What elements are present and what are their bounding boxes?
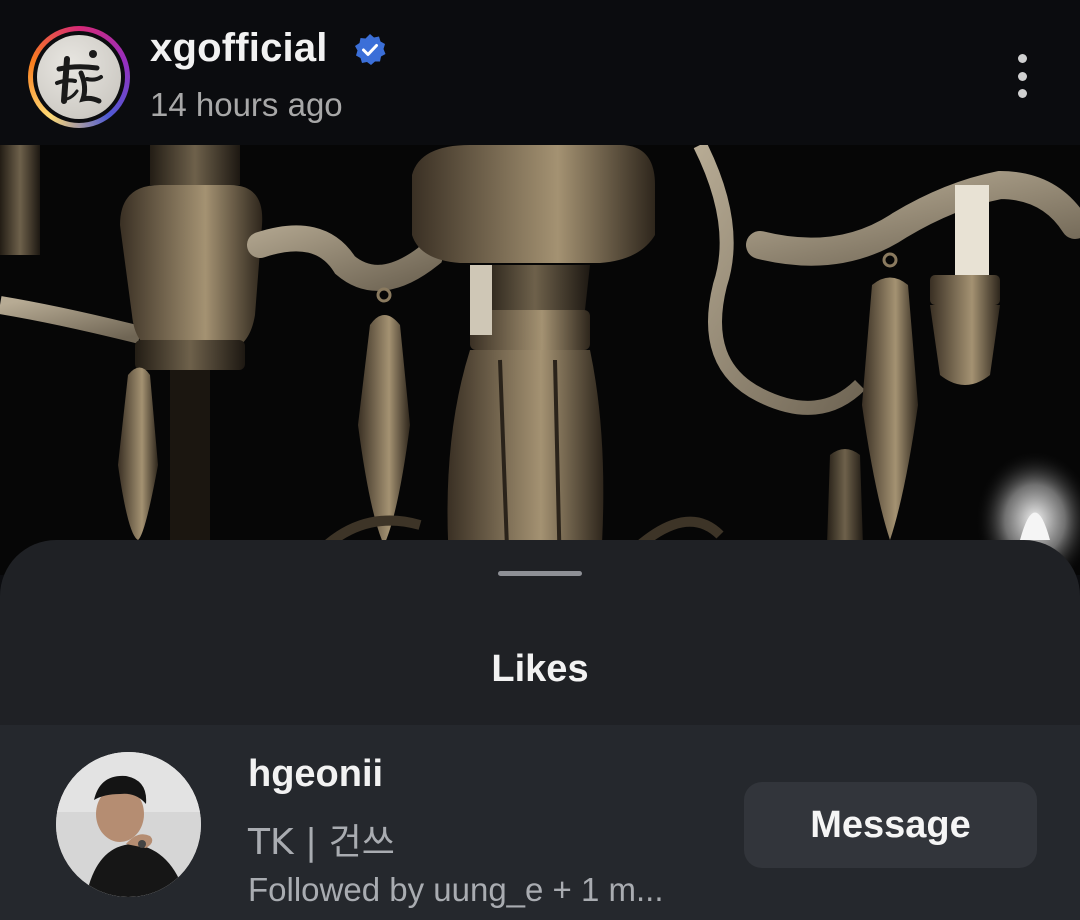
drag-handle[interactable] (498, 571, 582, 576)
list-item[interactable]: hgeonii TK | 건쓰 Followed by uung_e + 1 m… (0, 725, 1080, 920)
followed-by-text: Followed by uung_e + 1 m... (248, 871, 664, 908)
avatar[interactable] (56, 752, 201, 897)
like-username[interactable]: hgeonii (248, 753, 383, 796)
likes-sheet-title: Likes (491, 648, 589, 690)
message-button[interactable]: Message (744, 782, 1037, 868)
vertical-ellipsis-icon (1017, 54, 1027, 63)
more-options-button[interactable] (1000, 50, 1044, 102)
author-username[interactable]: xgofficial (150, 26, 328, 71)
likes-sheet: Likes hgeonii TK | 건쓰 Followed by uung_e… (0, 540, 1080, 920)
instagram-post-screen: xgofficial 14 hours ago Likes hgeonii TK… (0, 0, 1080, 920)
calligraphy-logo-icon (37, 35, 121, 119)
like-full-name: TK | 건쓰 (248, 822, 395, 863)
post-header: xgofficial 14 hours ago (0, 0, 1080, 145)
post-image[interactable] (0, 145, 1080, 575)
verified-badge-icon (352, 32, 388, 68)
author-avatar[interactable] (28, 26, 130, 128)
post-timestamp: 14 hours ago (150, 86, 343, 123)
likes-list: hgeonii TK | 건쓰 Followed by uung_e + 1 m… (0, 725, 1080, 920)
